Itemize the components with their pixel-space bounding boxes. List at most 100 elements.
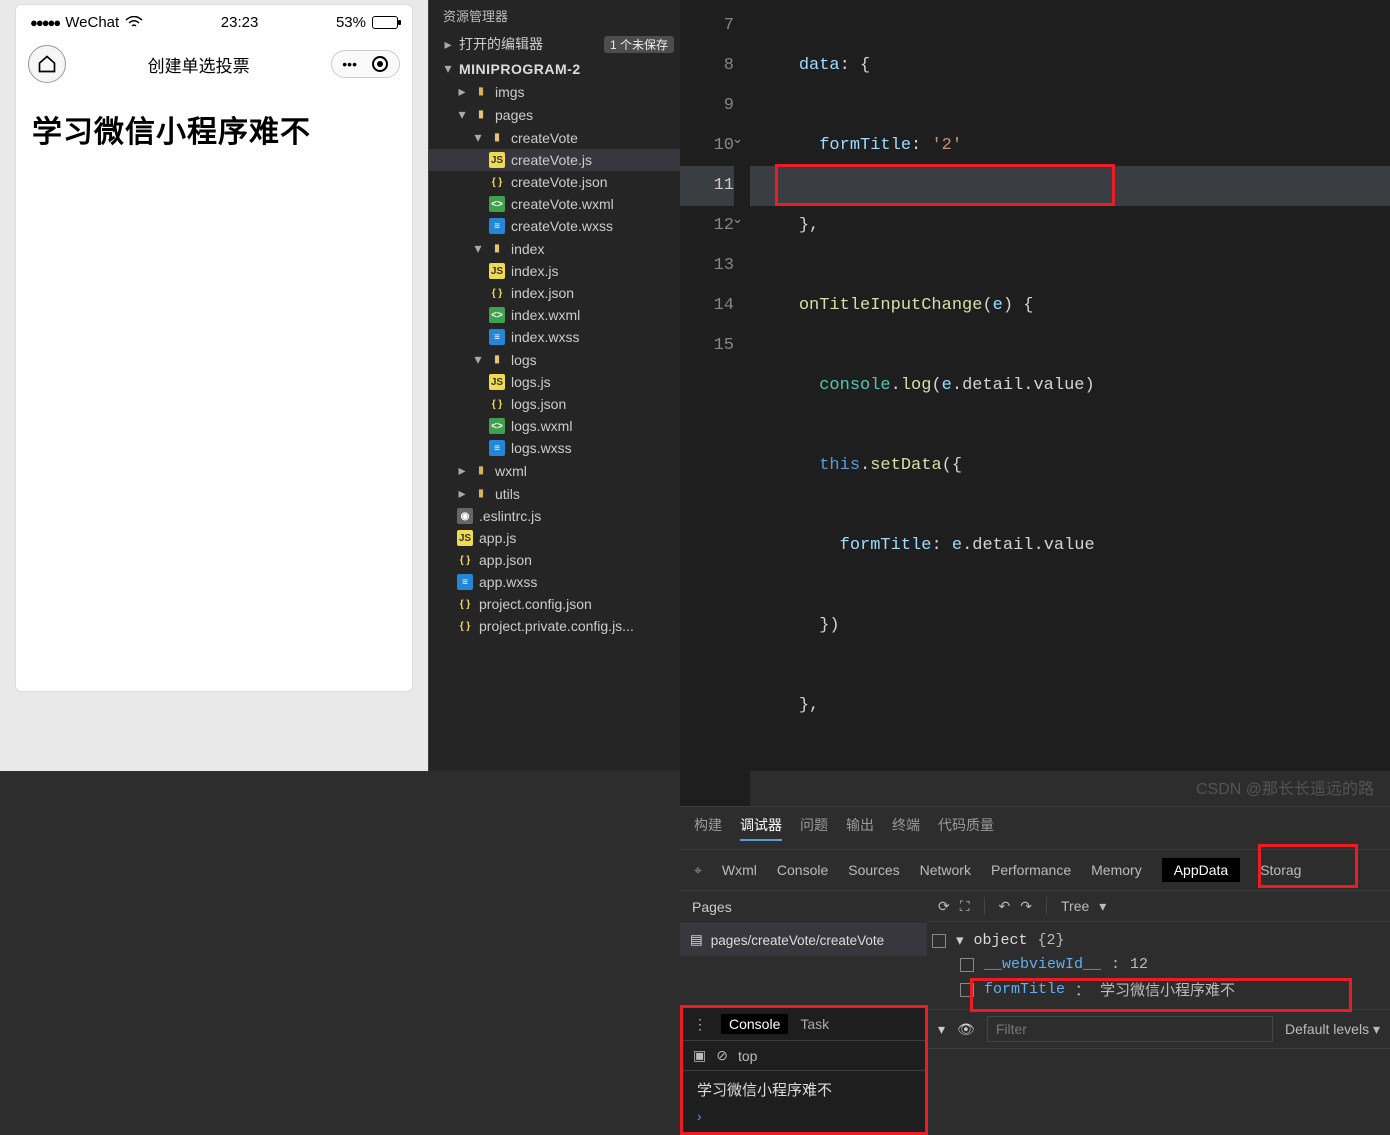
- opened-editors-label: 打开的编辑器: [459, 34, 543, 54]
- file-index-wxss[interactable]: ≡index.wxss: [429, 326, 680, 348]
- tab-debugger[interactable]: 调试器: [740, 815, 782, 841]
- checkbox-icon[interactable]: [932, 934, 946, 948]
- tab-output[interactable]: 输出: [846, 815, 874, 841]
- folder-label: wxml: [495, 463, 527, 479]
- file-app-js[interactable]: JSapp.js: [429, 527, 680, 549]
- folder-label: createVote: [511, 130, 578, 146]
- play-icon[interactable]: ▣: [693, 1047, 706, 1064]
- json-icon: { }: [457, 596, 473, 612]
- file-createvote-json[interactable]: { }createVote.json: [429, 171, 680, 193]
- clock-label: 23:23: [221, 14, 259, 31]
- file-app-json[interactable]: { }app.json: [429, 549, 680, 571]
- file-createvote-wxml[interactable]: <>createVote.wxml: [429, 193, 680, 215]
- wifi-icon: [125, 16, 143, 28]
- phone-navbar: 创建单选投票 •••: [16, 39, 412, 89]
- devtab-memory[interactable]: Memory: [1091, 862, 1142, 878]
- file-createvote-js[interactable]: JScreateVote.js: [429, 149, 680, 171]
- devtab-wxml[interactable]: Wxml: [722, 862, 757, 878]
- file-createvote-wxss[interactable]: ≡createVote.wxss: [429, 215, 680, 237]
- js-icon: JS: [457, 530, 473, 546]
- filter-input[interactable]: [987, 1016, 1273, 1042]
- task-tab[interactable]: Task: [800, 1016, 829, 1032]
- folder-index[interactable]: ▾▮index: [429, 237, 680, 260]
- json-icon: { }: [489, 396, 505, 412]
- phone-statusbar: ●●●●● WeChat 23:23 53%: [16, 5, 412, 39]
- devtab-network[interactable]: Network: [920, 862, 971, 878]
- devtab-console[interactable]: Console: [777, 862, 828, 878]
- console-target[interactable]: top: [738, 1048, 757, 1064]
- file-label: index.wxss: [511, 329, 579, 345]
- file-logs-wxss[interactable]: ≡logs.wxss: [429, 437, 680, 459]
- tab-build[interactable]: 构建: [694, 815, 722, 841]
- expand-icon[interactable]: ⛶: [960, 898, 970, 915]
- devtab-sources[interactable]: Sources: [848, 862, 899, 878]
- json-icon: { }: [457, 552, 473, 568]
- file-label: index.wxml: [511, 307, 580, 323]
- tab-terminal[interactable]: 终端: [892, 815, 920, 841]
- file-label: project.private.config.js...: [479, 618, 634, 634]
- folder-imgs[interactable]: ▸▮imgs: [429, 80, 680, 103]
- expand-icon[interactable]: ▾: [956, 931, 964, 950]
- file-label: .eslintrc.js: [479, 508, 541, 524]
- file-project-private[interactable]: { }project.private.config.js...: [429, 615, 680, 637]
- js-icon: JS: [489, 263, 505, 279]
- folder-logs[interactable]: ▾▮logs: [429, 348, 680, 371]
- code-editor[interactable]: 78910 1112131415 ⌄ ⌄ data: { formTitle: …: [680, 0, 1390, 806]
- checkbox-icon[interactable]: [960, 958, 974, 972]
- project-root[interactable]: ▾ MINIPROGRAM-2: [429, 57, 680, 80]
- file-label: createVote.js: [511, 152, 592, 168]
- file-index-json[interactable]: { }index.json: [429, 282, 680, 304]
- eye-icon[interactable]: 👁: [957, 1021, 975, 1038]
- gutter: 78910 1112131415: [680, 0, 750, 806]
- nav-title: 创建单选投票: [148, 52, 250, 77]
- tree-mode[interactable]: Tree: [1061, 898, 1089, 914]
- capsule-menu[interactable]: •••: [331, 50, 400, 78]
- wxss-icon: ≡: [457, 574, 473, 590]
- checkbox-icon[interactable]: [960, 983, 974, 997]
- home-button[interactable]: [28, 45, 66, 83]
- code-area[interactable]: data: { formTitle: '2' }, onTitleInputCh…: [750, 0, 1390, 806]
- console-prompt[interactable]: ›: [683, 1108, 925, 1132]
- chevron-right-icon: ▸: [457, 462, 467, 479]
- file-logs-js[interactable]: JSlogs.js: [429, 371, 680, 393]
- devtab-performance[interactable]: Performance: [991, 862, 1071, 878]
- chevron-down-icon[interactable]: ▾: [938, 1021, 945, 1038]
- file-logs-wxml[interactable]: <>logs.wxml: [429, 415, 680, 437]
- fold-icon[interactable]: ⌄: [732, 212, 743, 227]
- file-logs-json[interactable]: { }logs.json: [429, 393, 680, 415]
- tab-quality[interactable]: 代码质量: [938, 815, 994, 841]
- phone-content[interactable]: 学习微信小程序难不: [16, 89, 412, 691]
- folder-createvote[interactable]: ▾▮createVote: [429, 126, 680, 149]
- undo-icon[interactable]: ↶: [999, 898, 1011, 915]
- fold-icon[interactable]: ⌄: [732, 132, 743, 147]
- explorer-panel: 资源管理器 ▸ 打开的编辑器 1 个未保存 ▾ MINIPROGRAM-2 ▸▮…: [428, 0, 680, 771]
- file-app-wxss[interactable]: ≡app.wxss: [429, 571, 680, 593]
- clear-icon[interactable]: ⊘: [716, 1047, 728, 1064]
- pages-item[interactable]: ▤ pages/createVote/createVote: [680, 924, 927, 956]
- form-title-input[interactable]: 学习微信小程序难不: [32, 107, 396, 151]
- file-index-js[interactable]: JSindex.js: [429, 260, 680, 282]
- file-index-wxml[interactable]: <>index.wxml: [429, 304, 680, 326]
- appdata-tree[interactable]: ▾object {2} __webviewId__ : 12 formTitle…: [928, 922, 1390, 1009]
- page-path: pages/createVote/createVote: [711, 933, 884, 948]
- more-icon[interactable]: ⋮: [693, 1016, 709, 1033]
- log-levels-select[interactable]: Default levels ▾: [1285, 1021, 1380, 1038]
- file-eslintrc[interactable]: ◉.eslintrc.js: [429, 505, 680, 527]
- tab-problems[interactable]: 问题: [800, 815, 828, 841]
- refresh-icon[interactable]: ⟳: [938, 898, 950, 915]
- more-icon[interactable]: •••: [342, 56, 357, 72]
- opened-editors[interactable]: ▸ 打开的编辑器 1 个未保存: [429, 31, 680, 57]
- target-icon[interactable]: [371, 55, 389, 73]
- console-filter-bar: ▾ 👁 Default levels ▾: [928, 1009, 1390, 1049]
- file-project-config[interactable]: { }project.config.json: [429, 593, 680, 615]
- pages-header: Pages: [680, 891, 927, 924]
- devtab-storage[interactable]: Storag: [1260, 862, 1301, 878]
- devtab-appdata[interactable]: AppData: [1162, 858, 1240, 882]
- folder-wxml[interactable]: ▸▮wxml: [429, 459, 680, 482]
- inspect-icon[interactable]: ⌖: [694, 862, 702, 879]
- file-label: logs.wxml: [511, 418, 572, 434]
- redo-icon[interactable]: ↷: [1020, 898, 1032, 915]
- folder-pages[interactable]: ▾▮pages: [429, 103, 680, 126]
- console-tab[interactable]: Console: [721, 1014, 788, 1034]
- folder-utils[interactable]: ▸▮utils: [429, 482, 680, 505]
